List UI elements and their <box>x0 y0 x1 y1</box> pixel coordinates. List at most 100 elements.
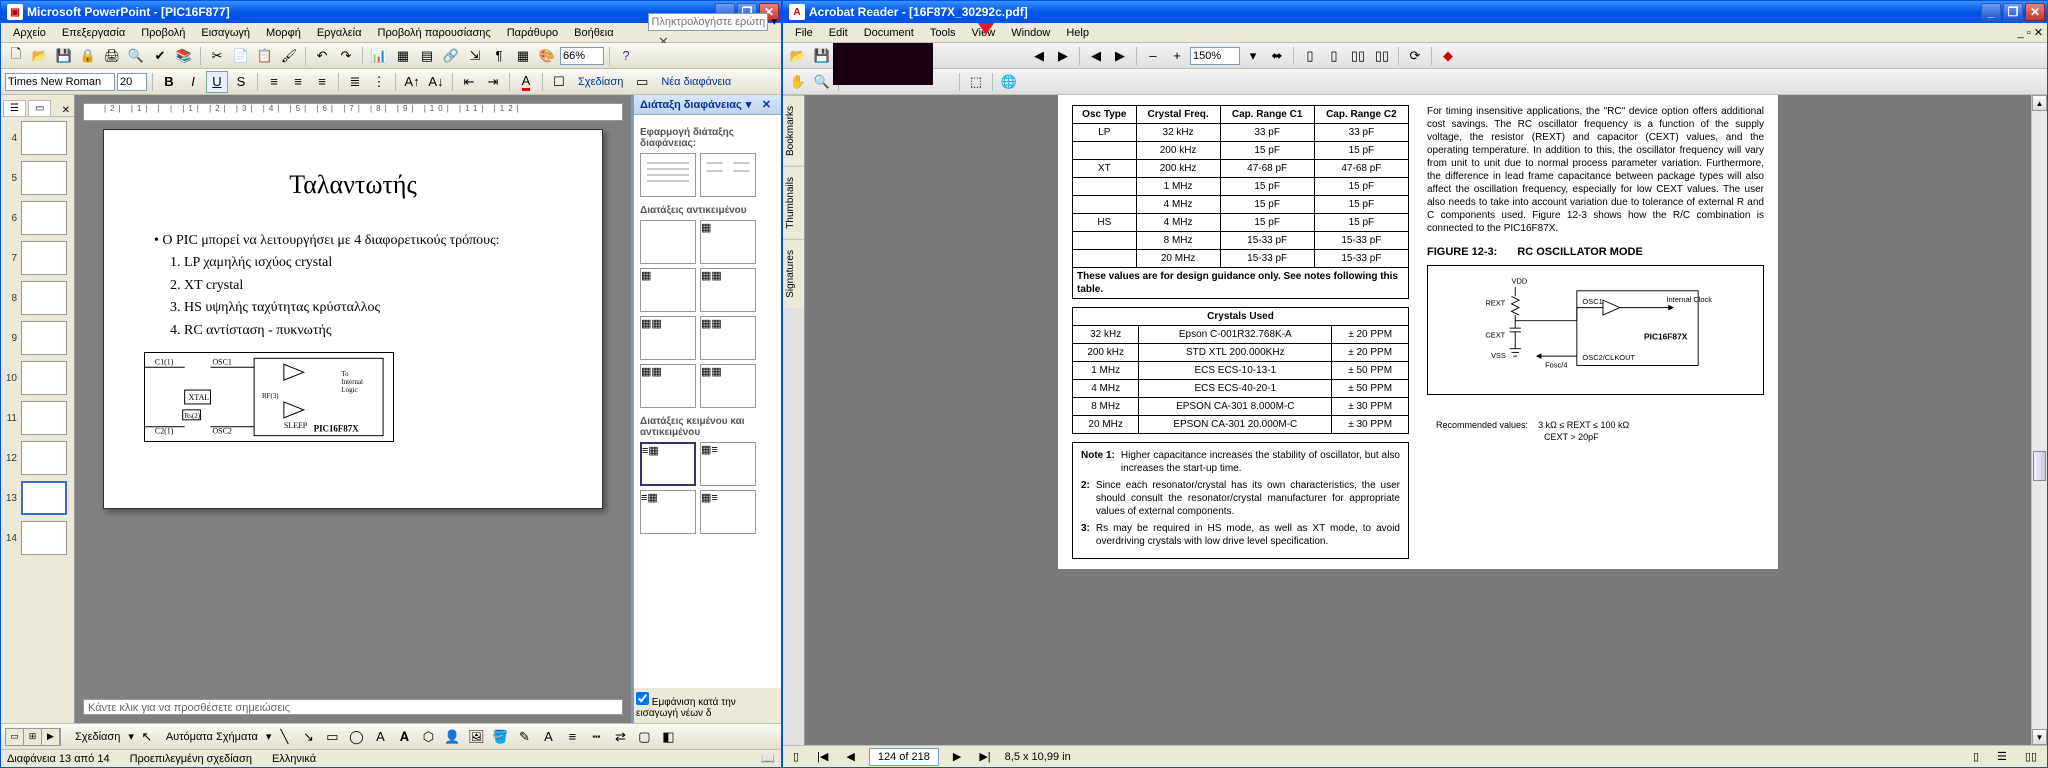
new-slide-icon[interactable]: ▭ <box>631 71 653 93</box>
font-color-icon-2[interactable]: A <box>537 726 559 748</box>
undo-icon[interactable]: ↶ <box>311 45 333 67</box>
next-page-icon[interactable]: ▶ <box>949 750 965 763</box>
fit-width-icon[interactable]: ⬌ <box>1266 45 1288 67</box>
cut-icon[interactable]: ✂ <box>206 45 228 67</box>
slide-thumb-13[interactable]: 13 <box>5 481 70 515</box>
status-spellcheck-icon[interactable]: 📖 <box>761 752 775 765</box>
align-right-icon[interactable]: ≡ <box>311 71 333 93</box>
panel-close-icon[interactable]: ✕ <box>58 105 74 116</box>
layout-title-content[interactable]: ▦ <box>640 268 696 312</box>
zoom-in-icon[interactable]: + <box>1166 45 1188 67</box>
shadow-icon[interactable]: S <box>230 71 252 93</box>
layout-text-content[interactable]: ≡▦ <box>640 442 696 486</box>
acro-menu-3[interactable]: Tools <box>922 25 964 41</box>
first-page-icon[interactable]: |◀ <box>813 750 832 763</box>
zoom-out-icon[interactable]: – <box>1142 45 1164 67</box>
slide-thumb-9[interactable]: 9 <box>5 321 70 355</box>
scroll-up-icon[interactable]: ▲ <box>2032 95 2047 111</box>
slide-item-0[interactable]: LP χαμηλής ισχύος crystal <box>184 252 582 274</box>
slide-thumb-11[interactable]: 11 <box>5 401 70 435</box>
preview-icon[interactable]: 🔍 <box>125 45 147 67</box>
help-search-input[interactable] <box>648 13 768 31</box>
clipart-icon[interactable]: 👤 <box>441 726 463 748</box>
layout-text[interactable] <box>640 153 696 197</box>
design-icon[interactable]: ☐ <box>548 71 570 93</box>
layout-content-text[interactable]: ▦≡ <box>700 442 756 486</box>
pp-menu-0[interactable]: Αρχείο <box>5 25 54 41</box>
diagram-icon[interactable]: ⬡ <box>417 726 439 748</box>
acro-zoom-combo[interactable] <box>1190 47 1240 65</box>
redo-icon[interactable]: ↷ <box>335 45 357 67</box>
slide-thumb-7[interactable]: 7 <box>5 241 70 275</box>
decrease-indent-icon[interactable]: ⇤ <box>458 71 480 93</box>
first-page-tb-icon[interactable]: ◀ <box>1085 45 1107 67</box>
acro-minimize-button[interactable]: _ <box>1981 3 2001 21</box>
acro-menu-1[interactable]: Edit <box>821 25 856 41</box>
slide-thumb-10[interactable]: 10 <box>5 361 70 395</box>
single-page-icon[interactable]: ▯ <box>1299 45 1321 67</box>
wordart-icon[interactable]: 𝐀 <box>393 726 415 748</box>
decrease-font-icon[interactable]: A↓ <box>425 71 447 93</box>
pp-menu-2[interactable]: Προβολή <box>133 25 193 41</box>
autoshapes-menu[interactable]: Αυτόματα Σχήματα <box>160 731 264 743</box>
table-icon[interactable]: ▦ <box>392 45 414 67</box>
italic-icon[interactable]: I <box>182 71 204 93</box>
expand-icon[interactable]: ⇲ <box>464 45 486 67</box>
slide-bullet[interactable]: Ο PIC μπορεί να λειτουργήσει με 4 διαφορ… <box>154 230 582 252</box>
draw-menu[interactable]: Σχεδίαση <box>69 731 126 743</box>
3d-style-icon[interactable]: ◧ <box>657 726 679 748</box>
tables-borders-icon[interactable]: ▤ <box>416 45 438 67</box>
normal-view-icon[interactable]: ▭ <box>6 729 24 745</box>
acro-maximize-button[interactable]: ❐ <box>2003 3 2023 21</box>
last-page-tb-icon[interactable]: ▶ <box>1109 45 1131 67</box>
acro-save-icon[interactable]: 💾 <box>811 45 833 67</box>
prev-view-icon[interactable]: ◀ <box>1028 45 1050 67</box>
font-size-combo[interactable] <box>117 73 147 91</box>
layout-tc4[interactable]: ▦≡ <box>700 490 756 534</box>
color-icon[interactable]: 🎨 <box>536 45 558 67</box>
layout-tc3[interactable]: ≡▦ <box>640 490 696 534</box>
notes-pane[interactable]: Κάντε κλικ για να προσθέσετε σημειώσεις <box>83 699 623 715</box>
layout-4content-b[interactable]: ▦▦ <box>640 364 696 408</box>
bookmarks-tab[interactable]: Bookmarks <box>783 95 804 166</box>
new-slide-button[interactable]: Νέα διαφάνεια <box>655 76 737 88</box>
help-icon[interactable]: ? <box>615 45 637 67</box>
show-on-insert-checkbox[interactable] <box>636 692 649 705</box>
print-icon[interactable]: 🖨 <box>101 45 123 67</box>
select-objects-icon[interactable]: ↖ <box>136 726 158 748</box>
font-color-icon[interactable]: A <box>515 71 537 93</box>
slide-thumb-14[interactable]: 14 <box>5 521 70 555</box>
format-painter-icon[interactable]: 🖌 <box>278 45 300 67</box>
toggle-navpane-icon[interactable]: ▯ <box>789 750 803 763</box>
continuous-icon[interactable]: ▯ <box>1323 45 1345 67</box>
adobe-pdf-icon[interactable]: ◆ <box>1437 45 1459 67</box>
layout-content[interactable]: ▦ <box>700 220 756 264</box>
layout-single-icon[interactable]: ▯ <box>1969 750 1983 763</box>
select-tool-icon[interactable]: ⬚ <box>965 71 987 93</box>
rotate-view-icon[interactable]: ⟳ <box>1404 45 1426 67</box>
slide-thumb-8[interactable]: 8 <box>5 281 70 315</box>
align-left-icon[interactable]: ≡ <box>263 71 285 93</box>
slide-thumb-5[interactable]: 5 <box>5 161 70 195</box>
acro-open-icon[interactable]: 📂 <box>787 45 809 67</box>
slides-tab[interactable]: ▭ <box>28 100 51 116</box>
scroll-down-icon[interactable]: ▼ <box>2032 729 2047 745</box>
pp-menu-1[interactable]: Επεξεργασία <box>54 25 133 41</box>
slide-item-3[interactable]: RC αντίσταση - πυκνωτής <box>184 320 582 342</box>
last-page-icon[interactable]: ▶| <box>975 750 994 763</box>
acro-menu-0[interactable]: File <box>787 25 821 41</box>
layout-cont-icon[interactable]: ☰ <box>1993 750 2011 763</box>
align-center-icon[interactable]: ≡ <box>287 71 309 93</box>
slide-title[interactable]: Ταλαντωτής <box>124 170 582 200</box>
thumbnails-tab[interactable]: Thumbnails <box>783 166 804 239</box>
slideshow-view-icon[interactable]: ▶ <box>42 729 60 745</box>
zoom-combo[interactable] <box>560 47 604 65</box>
page-number-input[interactable] <box>869 748 939 766</box>
grid-icon[interactable]: ▦ <box>512 45 534 67</box>
acro-menu-5[interactable]: Window <box>1003 25 1058 41</box>
research-icon[interactable]: 📚 <box>173 45 195 67</box>
new-icon[interactable]: 🗋 <box>5 45 27 67</box>
line-style-icon[interactable]: ≡ <box>561 726 583 748</box>
slide-thumb-4[interactable]: 4 <box>5 121 70 155</box>
acro-close-button[interactable]: ✕ <box>2025 3 2045 21</box>
